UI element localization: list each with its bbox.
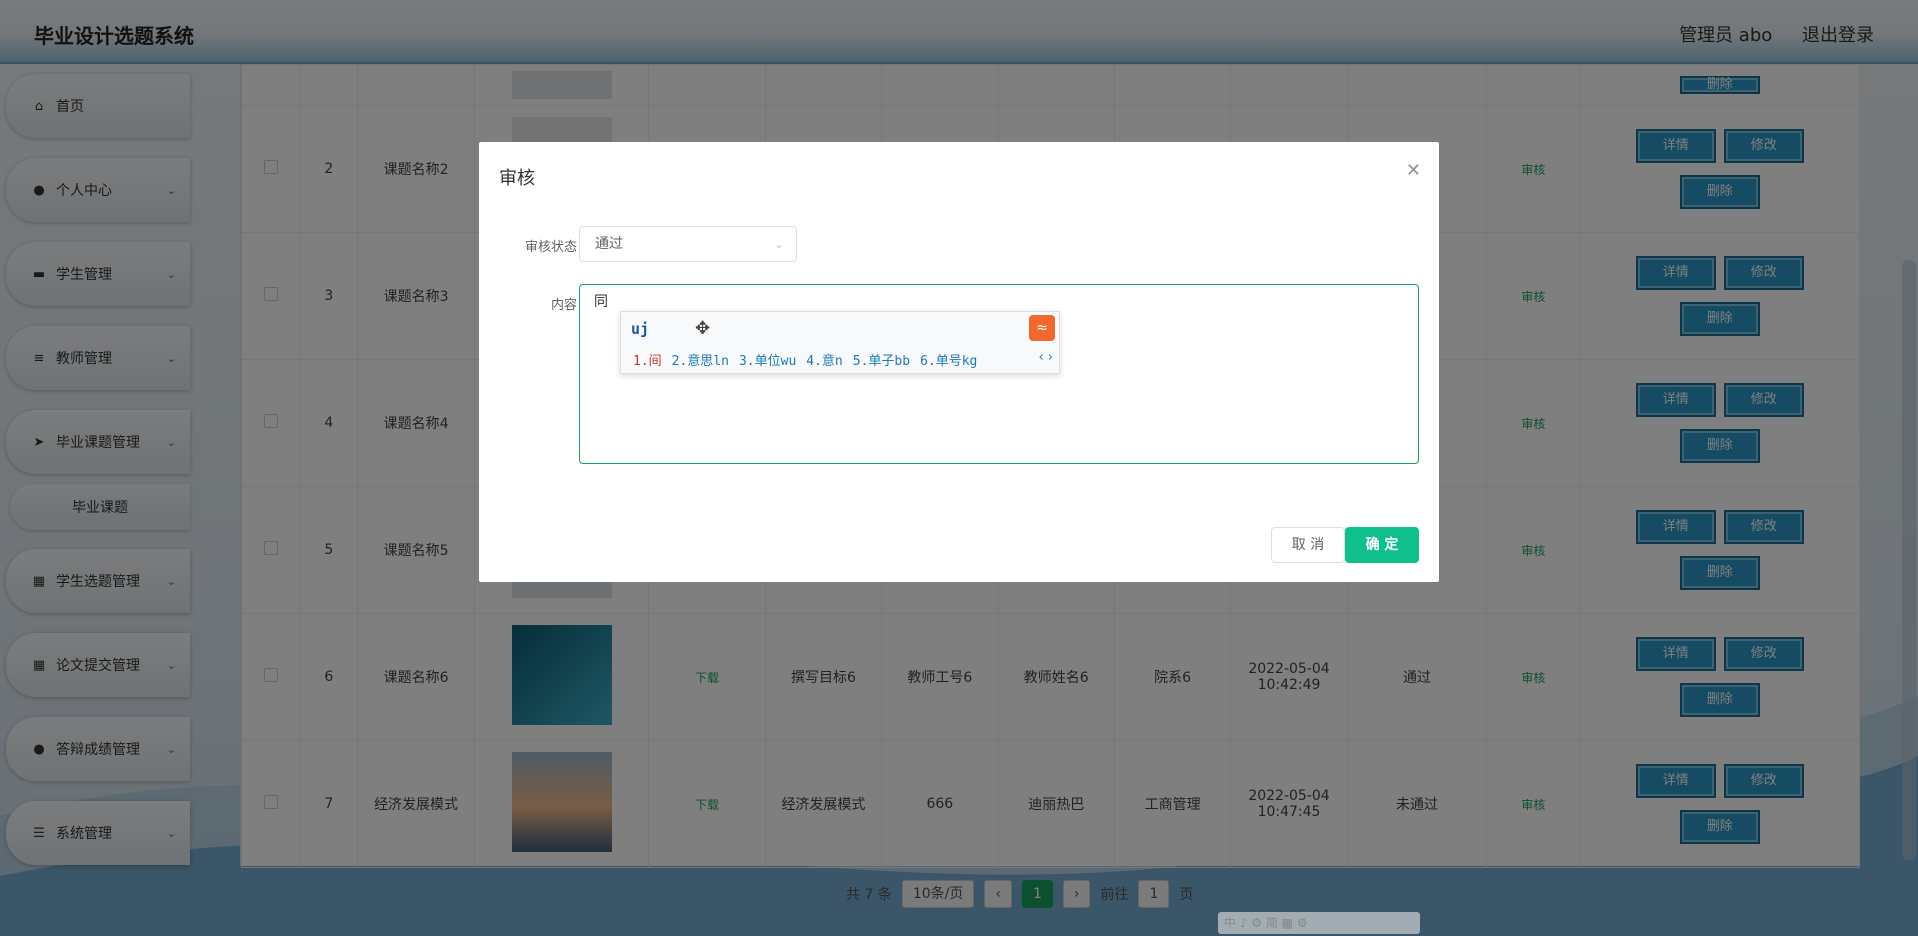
status-value: 通过 bbox=[595, 236, 623, 252]
dialog-title: 审核 bbox=[499, 168, 535, 189]
content-value: 同 bbox=[594, 294, 608, 310]
ime-page-nav[interactable]: ‹ › bbox=[1038, 350, 1053, 365]
ime-candidate[interactable]: 1.间 bbox=[633, 354, 662, 369]
ime-logo-icon[interactable]: ≈ bbox=[1029, 315, 1055, 341]
ime-toolbar[interactable]: 中 ♪ ⚙ 简 ▦ ⚙ bbox=[1218, 912, 1420, 934]
close-icon[interactable]: ✕ bbox=[1406, 160, 1421, 181]
confirm-button[interactable]: 确 定 bbox=[1345, 527, 1419, 563]
ime-candidate[interactable]: 4.意n bbox=[806, 354, 842, 369]
status-select[interactable]: 通过 ⌄ bbox=[579, 226, 797, 262]
ime-candidates: 1.间 2.意思ln 3.单位wu 4.意n 5.单子bb 6.单号kg bbox=[633, 350, 987, 369]
ime-composition: uj bbox=[631, 320, 650, 338]
chevron-down-icon: ⌄ bbox=[773, 237, 784, 251]
ime-candidate[interactable]: 5.单子bb bbox=[853, 354, 910, 369]
cancel-button[interactable]: 取 消 bbox=[1271, 527, 1345, 563]
status-label: 审核状态 bbox=[524, 240, 577, 255]
ime-candidate[interactable]: 3.单位wu bbox=[739, 354, 796, 369]
ime-candidate-window: uj ✥ ≈ 1.间 2.意思ln 3.单位wu 4.意n 5.单子bb 6.单号kg ‹… bbox=[620, 311, 1060, 374]
move-icon[interactable]: ✥ bbox=[695, 318, 710, 339]
content-label: 内容 bbox=[550, 298, 577, 313]
ime-candidate[interactable]: 6.单号kg bbox=[920, 354, 977, 369]
ime-candidate[interactable]: 2.意思ln bbox=[672, 354, 729, 369]
